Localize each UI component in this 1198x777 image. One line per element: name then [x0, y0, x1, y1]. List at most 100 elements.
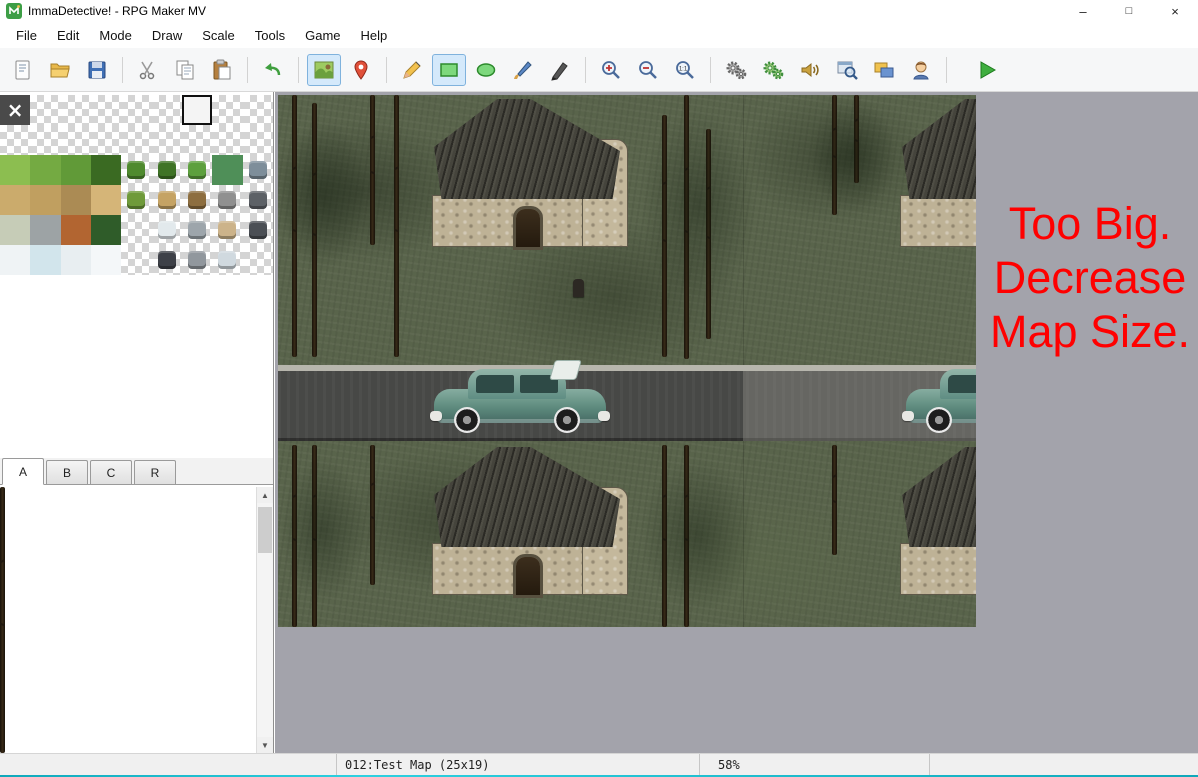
palette-tile[interactable] [121, 215, 151, 245]
palette-tile[interactable] [212, 155, 242, 185]
playtest-button[interactable] [970, 54, 1004, 86]
scrollbar-track[interactable] [257, 503, 273, 737]
character-generator-button[interactable] [904, 54, 938, 86]
open-project-button[interactable] [43, 54, 77, 86]
menu-game[interactable]: Game [295, 24, 350, 47]
palette-tile[interactable] [30, 155, 60, 185]
menu-mode[interactable]: Mode [89, 24, 142, 47]
palette-tile[interactable] [152, 215, 182, 245]
scrollbar-thumb[interactable] [258, 507, 272, 553]
menu-scale[interactable]: Scale [192, 24, 245, 47]
palette-tile[interactable] [152, 125, 182, 155]
palette-tile[interactable] [121, 185, 151, 215]
tree-item-tricks[interactable]: −Tricks! [0, 507, 5, 527]
palette-tile[interactable] [30, 95, 60, 125]
palette-tile[interactable] [61, 95, 91, 125]
database-button[interactable] [719, 54, 753, 86]
tree-item-kuklinski-residence[interactable]: −Kuklinski Residence [0, 667, 5, 687]
plugin-manager-button[interactable] [756, 54, 790, 86]
paste-button[interactable] [205, 54, 239, 86]
palette-tile[interactable] [152, 95, 182, 125]
tree-item-frank-s[interactable]: Frank's [0, 567, 5, 587]
zoom-in-button[interactable] [594, 54, 628, 86]
zoom-out-button[interactable] [631, 54, 665, 86]
palette-tile[interactable] [61, 155, 91, 185]
palette-tile[interactable] [212, 95, 242, 125]
event-mode-button[interactable] [344, 54, 378, 86]
menu-tools[interactable]: Tools [245, 24, 295, 47]
menu-draw[interactable]: Draw [142, 24, 192, 47]
palette-tile[interactable] [91, 215, 121, 245]
cut-button[interactable] [131, 54, 165, 86]
scroll-down-icon[interactable]: ▼ [257, 737, 273, 753]
palette-tile[interactable] [152, 185, 182, 215]
palette-tile[interactable] [61, 215, 91, 245]
zoom-actual-button[interactable]: 1:1 [668, 54, 702, 86]
shadow-pen-tool-button[interactable] [543, 54, 577, 86]
copy-button[interactable] [168, 54, 202, 86]
minimize-button[interactable]: – [1060, 0, 1106, 22]
tree-item-gameover[interactable]: GameOver [0, 727, 5, 747]
palette-tile[interactable] [182, 95, 212, 125]
palette-tile[interactable] [30, 125, 60, 155]
save-project-button[interactable] [80, 54, 114, 86]
palette-tile[interactable] [61, 185, 91, 215]
palette-tile[interactable] [0, 185, 30, 215]
palette-tile[interactable] [91, 155, 121, 185]
palette-tile[interactable] [30, 185, 60, 215]
palette-tile[interactable] [121, 125, 151, 155]
map-mode-button[interactable] [307, 54, 341, 86]
palette-tile[interactable] [0, 155, 30, 185]
tree-item-kuklinski-home[interactable]: −Kuklinski Home [0, 687, 5, 707]
tree-scrollbar[interactable]: ▲ ▼ [256, 487, 273, 753]
scroll-up-icon[interactable]: ▲ [257, 487, 273, 503]
palette-tile[interactable] [182, 215, 212, 245]
tree-item-immadetective[interactable]: −ImmaDetective! [0, 487, 5, 507]
tree-item-arthur-s-apartment[interactable]: −Arthur's Apartment [0, 627, 5, 647]
event-searcher-button[interactable] [830, 54, 864, 86]
palette-tile[interactable] [121, 245, 151, 275]
palette-tile[interactable] [0, 125, 30, 155]
resource-manager-button[interactable] [867, 54, 901, 86]
sound-test-button[interactable] [793, 54, 827, 86]
palette-tile[interactable] [182, 245, 212, 275]
palette-tile[interactable] [243, 245, 273, 275]
palette-tile[interactable] [243, 215, 273, 245]
palette-tile[interactable]: × [0, 95, 30, 125]
new-project-button[interactable] [6, 54, 40, 86]
palette-tab-b[interactable]: B [46, 460, 88, 484]
palette-tile[interactable] [91, 125, 121, 155]
tree-item-bundy-s-bar[interactable]: −Bundy's Bar [0, 587, 5, 607]
undo-button[interactable] [256, 54, 290, 86]
tree-item-startingstreet[interactable]: −StartingStreet [0, 527, 5, 547]
palette-tab-c[interactable]: C [90, 460, 132, 484]
palette-tile[interactable] [212, 125, 242, 155]
palette-tile[interactable] [30, 245, 60, 275]
palette-tile[interactable] [91, 245, 121, 275]
tree-item-crime-scene[interactable]: −Crime Scene [0, 547, 5, 567]
menu-edit[interactable]: Edit [47, 24, 89, 47]
palette-tile[interactable] [30, 215, 60, 245]
palette-tile[interactable] [152, 155, 182, 185]
tree-item-bundy-s-bar-2[interactable]: Bundy's Bar 2 [0, 607, 5, 627]
palette-tile[interactable] [212, 215, 242, 245]
palette-tile[interactable] [121, 155, 151, 185]
palette-tile[interactable] [61, 245, 91, 275]
rectangle-tool-button[interactable] [432, 54, 466, 86]
palette-tile[interactable] [243, 95, 273, 125]
palette-tab-r[interactable]: R [134, 460, 176, 484]
palette-tile[interactable] [91, 95, 121, 125]
palette-tile[interactable] [91, 185, 121, 215]
palette-tile[interactable] [182, 155, 212, 185]
palette-tile[interactable] [0, 245, 30, 275]
tree-item-test-map[interactable]: Test Map [0, 707, 5, 727]
palette-tile[interactable] [212, 185, 242, 215]
palette-tab-a[interactable]: A [2, 458, 44, 485]
maximize-button[interactable]: □ [1106, 0, 1152, 22]
palette-tile[interactable] [61, 125, 91, 155]
pencil-tool-button[interactable] [395, 54, 429, 86]
tree-item-arthur-s-room[interactable]: Arthur's Room [0, 647, 5, 667]
menu-file[interactable]: File [6, 24, 47, 47]
ellipse-tool-button[interactable] [469, 54, 503, 86]
palette-tile[interactable] [152, 245, 182, 275]
